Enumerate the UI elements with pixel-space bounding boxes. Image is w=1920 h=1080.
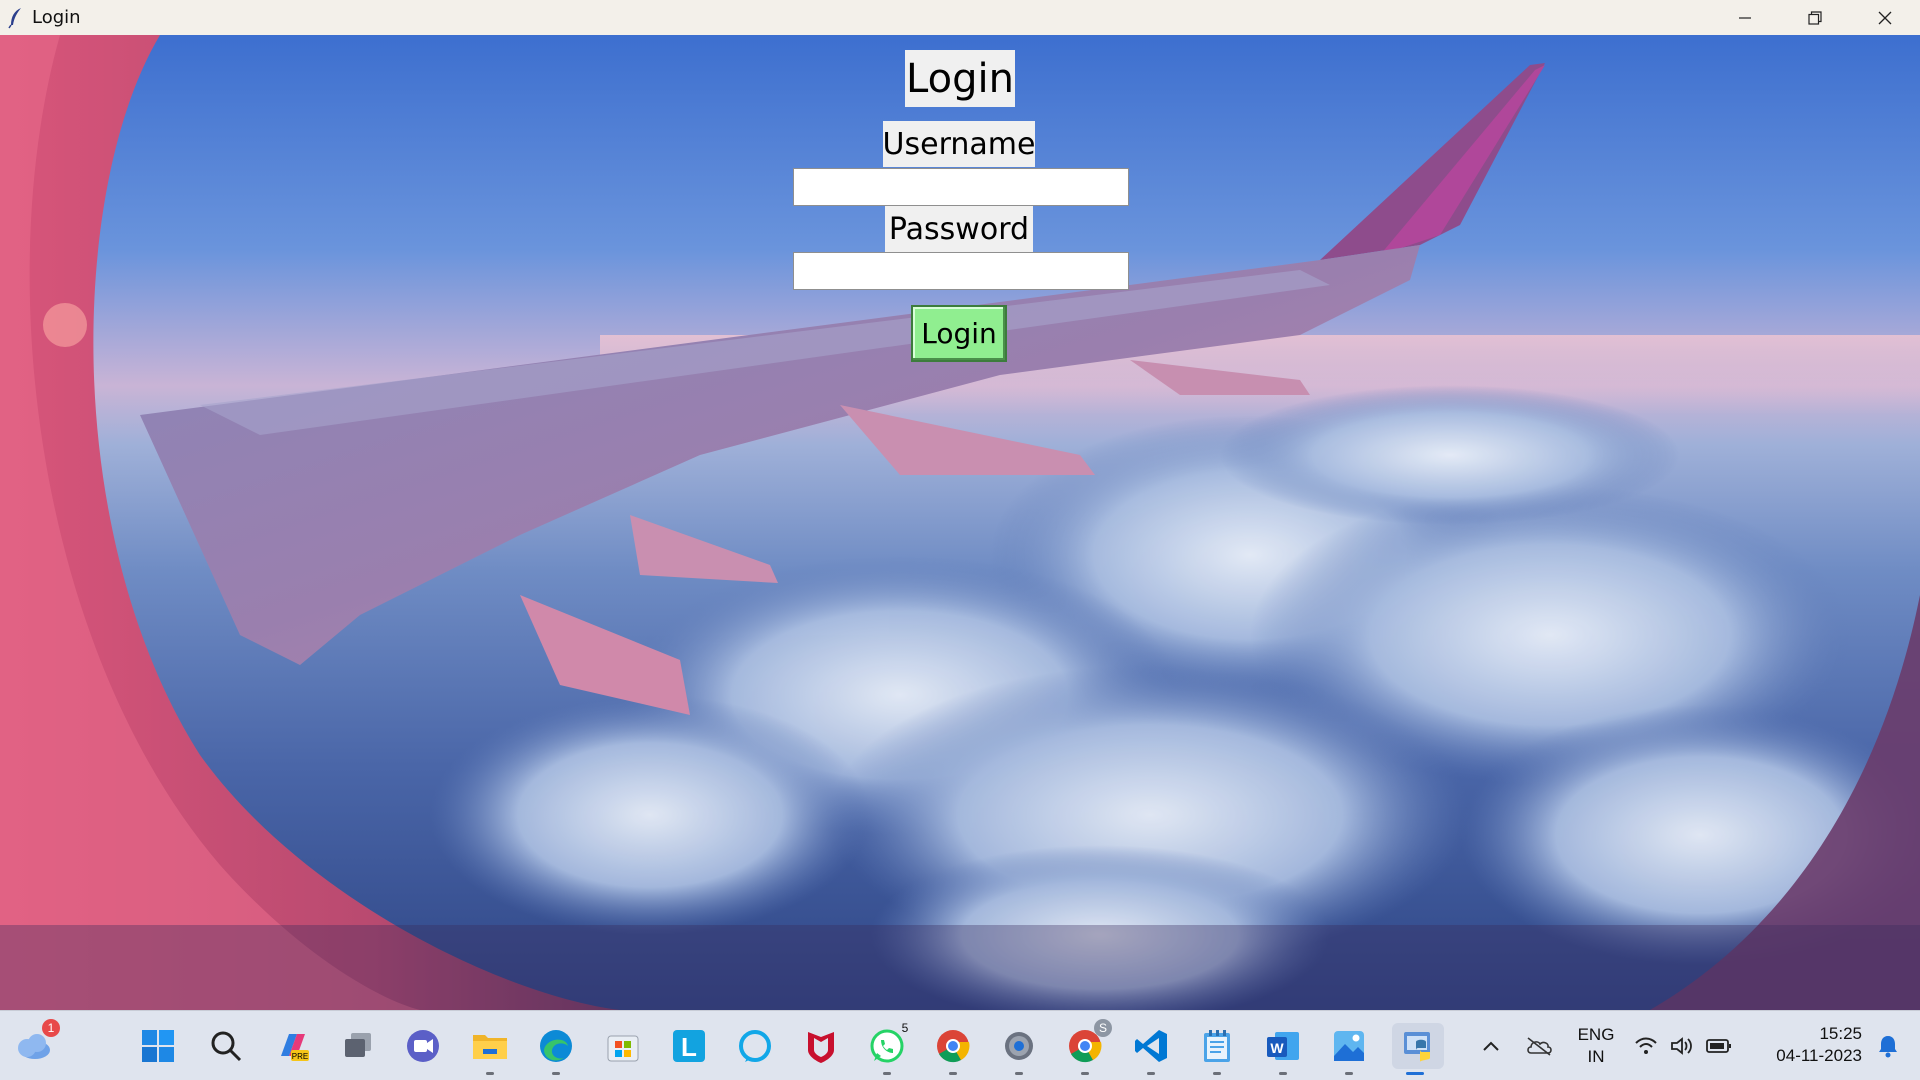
chevron-up-icon — [1483, 1041, 1499, 1051]
minimize-button[interactable] — [1710, 0, 1780, 35]
minimize-icon — [1739, 16, 1751, 19]
close-icon — [1878, 11, 1892, 24]
start-icon — [142, 1030, 174, 1062]
running-indicator — [883, 1072, 891, 1075]
whatsapp-badge: 5 — [901, 1021, 909, 1035]
chrome-icon — [937, 1030, 970, 1063]
running-indicator — [1015, 1072, 1023, 1075]
photos-icon — [1334, 1031, 1364, 1061]
photos-button[interactable] — [1326, 1023, 1372, 1075]
settings-button[interactable] — [996, 1023, 1042, 1075]
restore-button[interactable] — [1780, 0, 1850, 35]
python-button[interactable] — [1392, 1023, 1444, 1075]
edge-icon — [540, 1030, 572, 1062]
svg-text:PRE: PRE — [292, 1052, 308, 1061]
feather-icon — [2, 0, 30, 35]
language-indicator[interactable]: ENG IN — [1573, 1024, 1619, 1068]
vscode-icon — [1135, 1030, 1167, 1062]
region-code: IN — [1587, 1047, 1605, 1066]
running-indicator — [552, 1072, 560, 1075]
running-indicator — [1279, 1072, 1287, 1075]
restore-icon — [1808, 10, 1822, 25]
notifications-button[interactable] — [1868, 1023, 1908, 1069]
onedrive-button[interactable] — [1516, 1023, 1562, 1069]
svg-text:W: W — [1270, 1040, 1284, 1056]
language-code: ENG — [1577, 1025, 1615, 1044]
clock[interactable]: 15:25 04-11-2023 — [1752, 1023, 1862, 1067]
mcafee-icon — [808, 1032, 834, 1063]
whatsapp-button[interactable]: 5 — [864, 1021, 910, 1075]
notepad-button[interactable] — [1194, 1023, 1240, 1075]
store-icon — [607, 1035, 639, 1062]
password-label: Password — [885, 206, 1033, 252]
login-button[interactable]: Login — [911, 305, 1007, 362]
svg-text:L: L — [681, 1032, 697, 1062]
mcafee-button[interactable] — [798, 1023, 844, 1069]
running-indicator — [486, 1072, 494, 1075]
alexa-icon — [739, 1030, 771, 1062]
chrome-profile-button[interactable]: S — [1062, 1019, 1112, 1075]
battery-icon — [1706, 1039, 1731, 1053]
word-icon: W — [1267, 1032, 1299, 1060]
username-input[interactable] — [793, 168, 1129, 206]
file-explorer-button[interactable] — [467, 1023, 513, 1075]
clock-time: 15:25 — [1819, 1024, 1862, 1043]
file-explorer-icon — [473, 1035, 507, 1059]
title-bar: Login — [0, 0, 1920, 35]
notepad-icon — [1204, 1030, 1230, 1062]
running-indicator — [1213, 1072, 1221, 1075]
start-button[interactable] — [135, 1023, 181, 1069]
active-indicator — [1406, 1072, 1424, 1075]
teams-button[interactable] — [400, 1023, 446, 1069]
chrome-button[interactable] — [930, 1023, 976, 1075]
copilot-button[interactable]: PRE — [270, 1023, 316, 1069]
copilot-pre-icon: PRE — [281, 1034, 309, 1061]
l-app-icon: L — [673, 1030, 705, 1062]
close-button[interactable] — [1850, 0, 1920, 35]
running-indicator — [1081, 1072, 1089, 1075]
python-icon — [1404, 1032, 1430, 1062]
chrome-profile-badge: S — [1094, 1019, 1112, 1037]
username-label: Username — [883, 121, 1035, 167]
volume-icon — [1671, 1037, 1692, 1055]
word-button[interactable]: W — [1260, 1023, 1306, 1075]
store-button[interactable] — [600, 1023, 646, 1069]
running-indicator — [1345, 1072, 1353, 1075]
task-view-icon — [345, 1033, 371, 1057]
vscode-button[interactable] — [1128, 1023, 1174, 1075]
login-title: Login — [905, 50, 1015, 107]
bell-icon — [1879, 1036, 1897, 1058]
taskbar: 1 PRE L 5 S W ENG IN 15:25 04-11-2023 — [0, 1010, 1920, 1080]
alexa-button[interactable] — [732, 1023, 778, 1069]
running-indicator — [949, 1072, 957, 1075]
weather-widget[interactable]: 1 — [10, 1019, 60, 1069]
show-hidden-icons-button[interactable] — [1468, 1023, 1514, 1069]
window-title: Login — [32, 7, 81, 28]
running-indicator — [1147, 1072, 1155, 1075]
wifi-icon — [1635, 1037, 1657, 1054]
settings-icon — [1005, 1032, 1033, 1060]
task-view-button[interactable] — [335, 1023, 381, 1069]
search-icon — [211, 1031, 242, 1062]
weather-badge: 1 — [42, 1019, 60, 1037]
search-button[interactable] — [203, 1023, 249, 1069]
teams-icon — [407, 1030, 439, 1062]
system-tray-status[interactable] — [1628, 1023, 1738, 1069]
l-app-button[interactable]: L — [666, 1023, 712, 1069]
onedrive-offline-icon — [1527, 1037, 1552, 1056]
password-input[interactable] — [793, 252, 1129, 290]
edge-button[interactable] — [533, 1023, 579, 1075]
clock-date: 04-11-2023 — [1776, 1046, 1862, 1065]
